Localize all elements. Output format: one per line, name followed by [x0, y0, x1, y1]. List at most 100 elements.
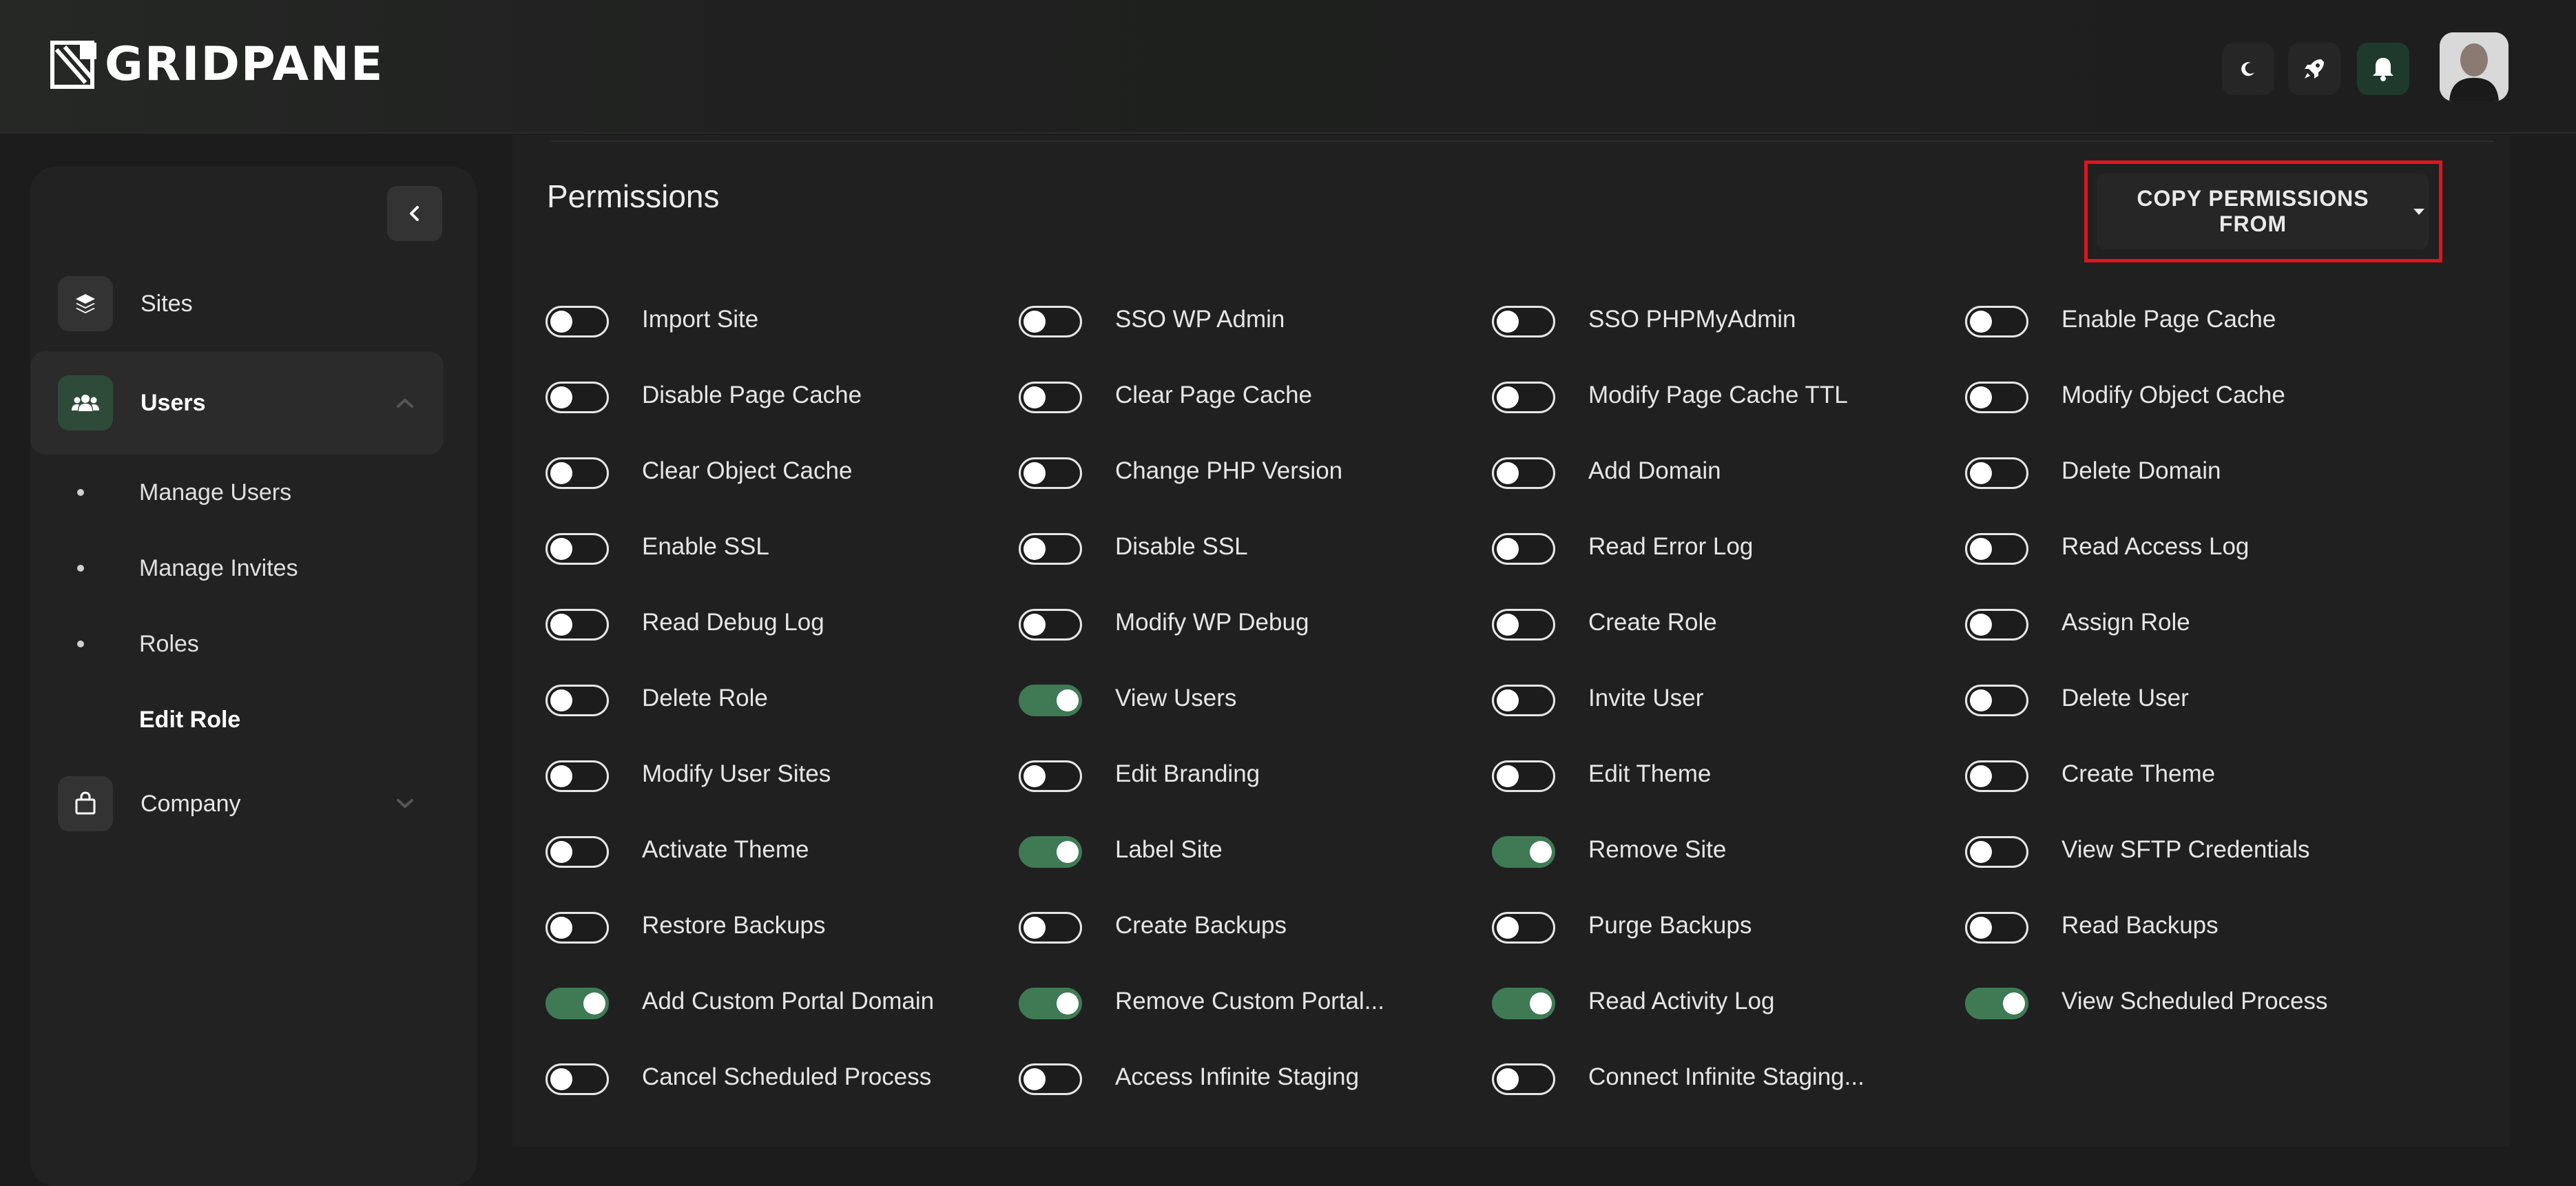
- permission-toggle[interactable]: [546, 685, 609, 716]
- toggle-knob: [1970, 462, 1992, 484]
- permission-toggle[interactable]: [1965, 306, 2028, 337]
- permission-item: Delete Domain: [1965, 456, 2433, 504]
- toggle-knob: [1970, 917, 1992, 939]
- permission-label: Read Error Log: [1588, 533, 1754, 560]
- permission-toggle[interactable]: [1965, 988, 2028, 1019]
- permission-item: Clear Page Cache: [1019, 380, 1487, 428]
- toggle-knob: [1024, 614, 1046, 636]
- permission-toggle[interactable]: [1492, 685, 1555, 716]
- permission-toggle[interactable]: [1965, 836, 2028, 868]
- permission-label: Clear Object Cache: [642, 457, 853, 484]
- permission-toggle[interactable]: [1492, 382, 1555, 413]
- gridpane-logo[interactable]: GRIDPANE: [50, 40, 384, 90]
- permission-toggle[interactable]: [1492, 760, 1555, 792]
- permission-toggle[interactable]: [546, 988, 609, 1019]
- permission-label: Edit Theme: [1588, 760, 1712, 787]
- sidebar-item-label: Users: [141, 389, 206, 416]
- permission-toggle[interactable]: [1965, 912, 2028, 944]
- permission-label: Clear Page Cache: [1115, 382, 1312, 408]
- permission-toggle[interactable]: [1492, 533, 1555, 565]
- sidebar-item-users[interactable]: Users: [30, 351, 444, 455]
- permission-item: Enable Page Cache: [1965, 304, 2433, 353]
- permission-toggle[interactable]: [1019, 457, 1082, 489]
- permission-toggle[interactable]: [1965, 382, 2028, 413]
- collapse-sidebar-button[interactable]: [387, 186, 442, 241]
- sidebar-item-company[interactable]: Company: [30, 752, 444, 855]
- permission-label: Add Custom Portal Domain: [642, 988, 935, 1015]
- bullet-dot: [77, 565, 84, 572]
- permission-label: Read Access Log: [2061, 533, 2250, 560]
- permission-toggle[interactable]: [1019, 760, 1082, 792]
- main-content: Permissions COPY PERMISSIONS FROM Import…: [512, 135, 2510, 1147]
- permission-toggle[interactable]: [1965, 685, 2028, 716]
- divider: [551, 141, 2493, 142]
- launch-button[interactable]: [2288, 43, 2340, 95]
- permission-toggle[interactable]: [1019, 609, 1082, 641]
- toggle-knob: [1024, 538, 1046, 560]
- permission-toggle[interactable]: [1019, 988, 1082, 1019]
- permission-label: Delete Domain: [2061, 457, 2221, 484]
- page-title: Permissions: [547, 178, 720, 214]
- permission-toggle[interactable]: [1019, 382, 1082, 413]
- permission-label: View SFTP Credentials: [2061, 836, 2310, 863]
- permission-item: Remove Site: [1492, 835, 1960, 883]
- permission-toggle[interactable]: [1019, 836, 1082, 868]
- permission-toggle[interactable]: [546, 912, 609, 944]
- toggle-knob: [1970, 386, 1992, 408]
- permission-label: Read Backups: [2061, 912, 2219, 939]
- avatar[interactable]: [2440, 32, 2509, 101]
- permission-label: Remove Site: [1588, 836, 1727, 863]
- permission-toggle[interactable]: [546, 760, 609, 792]
- users-icon: [72, 395, 99, 411]
- toggle-knob: [1970, 689, 1992, 711]
- permission-item: Access Infinite Staging: [1019, 1062, 1487, 1110]
- permission-toggle[interactable]: [546, 609, 609, 641]
- permission-toggle[interactable]: [546, 836, 609, 868]
- permission-item: Read Debug Log: [546, 607, 1014, 656]
- permission-item: Activate Theme: [546, 835, 1014, 883]
- permission-toggle[interactable]: [1492, 836, 1555, 868]
- sidebar-subitem-edit-role[interactable]: Edit Role: [30, 699, 444, 740]
- toggle-knob: [1970, 311, 1992, 333]
- permission-toggle[interactable]: [1965, 457, 2028, 489]
- permission-toggle[interactable]: [1019, 685, 1082, 716]
- permission-toggle[interactable]: [546, 306, 609, 337]
- permission-toggle[interactable]: [1965, 760, 2028, 792]
- permission-label: Read Activity Log: [1588, 988, 1775, 1015]
- sidebar-subitem-manage-users[interactable]: Manage Users: [30, 472, 444, 513]
- notifications-button[interactable]: [2357, 43, 2409, 95]
- permission-item: Read Activity Log: [1492, 986, 1960, 1034]
- toggle-knob: [550, 538, 572, 560]
- permission-toggle[interactable]: [1019, 306, 1082, 337]
- permission-toggle[interactable]: [546, 1063, 609, 1095]
- permission-toggle[interactable]: [1019, 1063, 1082, 1095]
- permission-toggle[interactable]: [1492, 1063, 1555, 1095]
- bell-icon: [2373, 58, 2393, 81]
- permission-item: Add Custom Portal Domain: [546, 986, 1014, 1034]
- logo-mark-icon: [50, 41, 96, 89]
- sidebar-subitem-roles[interactable]: Roles: [30, 623, 444, 665]
- permission-toggle[interactable]: [1019, 912, 1082, 944]
- permission-toggle[interactable]: [546, 382, 609, 413]
- permission-toggle[interactable]: [1492, 306, 1555, 337]
- permission-label: Disable Page Cache: [642, 382, 862, 408]
- toggle-knob: [1057, 841, 1079, 863]
- copy-permissions-dropdown[interactable]: COPY PERMISSIONS FROM: [2097, 174, 2429, 249]
- permission-toggle[interactable]: [546, 533, 609, 565]
- permission-toggle[interactable]: [1492, 988, 1555, 1019]
- permission-toggle[interactable]: [546, 457, 609, 489]
- permission-label: Label Site: [1115, 836, 1223, 863]
- dark-mode-toggle[interactable]: [2222, 43, 2274, 95]
- toggle-knob: [1497, 311, 1519, 333]
- sidebar-subitem-manage-invites[interactable]: Manage Invites: [30, 548, 444, 589]
- permission-toggle[interactable]: [1965, 609, 2028, 641]
- permission-label: Purge Backups: [1588, 912, 1752, 939]
- permission-toggle[interactable]: [1019, 533, 1082, 565]
- permission-toggle[interactable]: [1492, 912, 1555, 944]
- sidebar-item-sites[interactable]: Sites: [30, 252, 444, 355]
- toggle-knob: [1024, 386, 1046, 408]
- permission-toggle[interactable]: [1492, 457, 1555, 489]
- permission-toggle[interactable]: [1492, 609, 1555, 641]
- permission-item: Read Access Log: [1965, 532, 2433, 580]
- permission-toggle[interactable]: [1965, 533, 2028, 565]
